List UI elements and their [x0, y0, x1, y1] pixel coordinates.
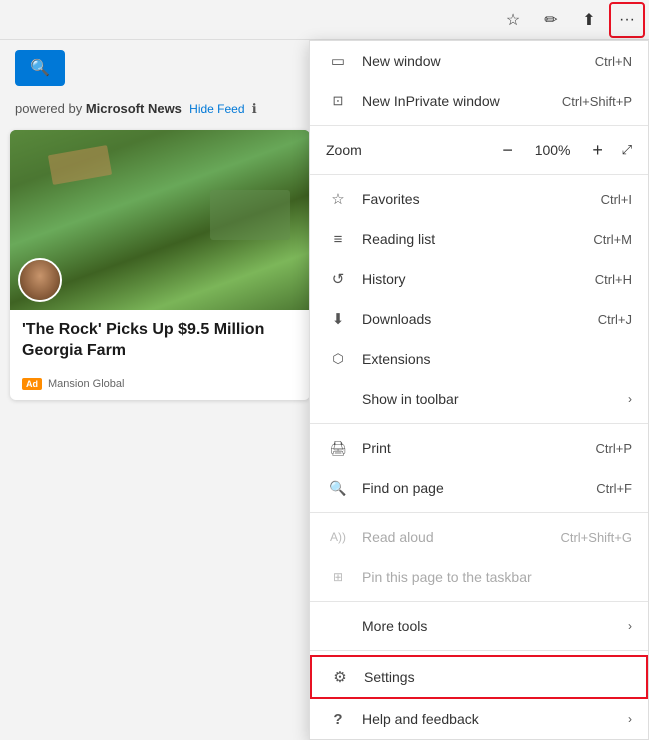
avatar-face [20, 260, 60, 300]
hide-feed-link[interactable]: Hide Feed [189, 102, 244, 116]
notes-toolbar-btn[interactable]: ✏ [533, 2, 569, 38]
zoom-label: Zoom [326, 142, 494, 158]
help-label: Help and feedback [362, 711, 628, 727]
print-icon: 🖨 [326, 436, 350, 460]
extensions-icon: ⬡ [326, 347, 350, 371]
history-shortcut: Ctrl+H [595, 272, 632, 287]
divider-5 [310, 601, 648, 602]
read-aloud-label: Read aloud [362, 529, 560, 545]
search-icon: 🔍 [30, 58, 50, 78]
toolbar-icons: ☆ ✏ ⬆ ··· [495, 2, 649, 38]
downloads-icon: ⬇ [326, 307, 350, 331]
new-window-label: New window [362, 53, 595, 69]
zoom-expand-icon[interactable]: ⤢ [622, 142, 632, 158]
new-window-icon: ▭ [326, 49, 350, 73]
inprivate-label: New InPrivate window [362, 93, 562, 109]
menu-item-history[interactable]: ↺ History Ctrl+H [310, 259, 648, 299]
show-toolbar-label: Show in toolbar [362, 391, 628, 407]
find-shortcut: Ctrl+F [596, 481, 632, 496]
history-label: History [362, 271, 595, 287]
menu-item-new-window[interactable]: ▭ New window Ctrl+N [310, 41, 648, 81]
divider-4 [310, 512, 648, 513]
menu-item-downloads[interactable]: ⬇ Downloads Ctrl+J [310, 299, 648, 339]
menu-item-new-inprivate[interactable]: ⊡ New InPrivate window Ctrl+Shift+P [310, 81, 648, 121]
menu-item-settings[interactable]: ⚙ Settings [310, 655, 648, 699]
ad-badge: Ad [22, 378, 42, 390]
menu-item-extensions[interactable]: ⬡ Extensions [310, 339, 648, 379]
read-aloud-icon: A)) [326, 525, 350, 549]
news-source-label: powered by Microsoft News Hide Feed ℹ [0, 96, 320, 122]
more-tools-label: More tools [362, 618, 628, 634]
menu-item-show-toolbar[interactable]: Show in toolbar › [310, 379, 648, 419]
share-toolbar-btn[interactable]: ⬆ [571, 2, 607, 38]
divider-1 [310, 125, 648, 126]
reading-list-icon: ≡ [326, 227, 350, 251]
read-aloud-shortcut: Ctrl+Shift+G [560, 530, 632, 545]
downloads-shortcut: Ctrl+J [598, 312, 632, 327]
favorites-toolbar-btn[interactable]: ☆ [495, 2, 531, 38]
downloads-label: Downloads [362, 311, 598, 327]
favorites-icon: ☆ [326, 187, 350, 211]
print-shortcut: Ctrl+P [596, 441, 632, 456]
menu-item-pin-taskbar[interactable]: ⊞ Pin this page to the taskbar [310, 557, 648, 597]
menu-item-find[interactable]: 🔍 Find on page Ctrl+F [310, 468, 648, 508]
divider-2 [310, 174, 648, 175]
avatar [18, 258, 62, 302]
menu-item-help[interactable]: ? Help and feedback › [310, 699, 648, 739]
divider-6 [310, 650, 648, 651]
zoom-value: 100% [532, 142, 574, 158]
print-label: Print [362, 440, 596, 456]
news-card-source: Mansion Global [48, 378, 124, 390]
pin-taskbar-label: Pin this page to the taskbar [362, 569, 632, 585]
reading-list-label: Reading list [362, 231, 593, 247]
inprivate-shortcut: Ctrl+Shift+P [562, 94, 632, 109]
reading-list-shortcut: Ctrl+M [593, 232, 632, 247]
divider-3 [310, 423, 648, 424]
menu-item-reading-list[interactable]: ≡ Reading list Ctrl+M [310, 219, 648, 259]
extensions-label: Extensions [362, 351, 632, 367]
history-icon: ↺ [326, 267, 350, 291]
show-toolbar-arrow: › [628, 392, 632, 406]
find-label: Find on page [362, 480, 596, 496]
help-arrow: › [628, 712, 632, 726]
info-icon: ℹ [252, 101, 257, 116]
zoom-row: Zoom − 100% + ⤢ [310, 130, 648, 170]
browser-toolbar: ☆ ✏ ⬆ ··· [0, 0, 649, 40]
zoom-controls: − 100% + ⤢ [494, 136, 632, 164]
more-tools-icon [326, 614, 350, 638]
zoom-plus-btn[interactable]: + [584, 136, 612, 164]
more-tools-arrow: › [628, 619, 632, 633]
favorites-label: Favorites [362, 191, 601, 207]
show-toolbar-icon [326, 387, 350, 411]
news-card-title: 'The Rock' Picks Up $9.5 Million Georgia… [22, 320, 298, 362]
dropdown-menu: ▭ New window Ctrl+N ⊡ New InPrivate wind… [309, 40, 649, 740]
search-bar: 🔍 [15, 50, 65, 86]
more-toolbar-btn[interactable]: ··· [609, 2, 645, 38]
new-window-shortcut: Ctrl+N [595, 54, 632, 69]
favorites-shortcut: Ctrl+I [601, 192, 632, 207]
menu-item-print[interactable]: 🖨 Print Ctrl+P [310, 428, 648, 468]
news-card: 'The Rock' Picks Up $9.5 Million Georgia… [10, 130, 310, 400]
news-card-body: 'The Rock' Picks Up $9.5 Million Georgia… [10, 310, 310, 372]
pin-taskbar-icon: ⊞ [326, 565, 350, 589]
news-card-image [10, 130, 310, 310]
settings-label: Settings [364, 669, 630, 685]
find-icon: 🔍 [326, 476, 350, 500]
news-card-footer: Ad Mansion Global [10, 372, 310, 400]
help-icon: ? [326, 707, 350, 731]
menu-item-read-aloud[interactable]: A)) Read aloud Ctrl+Shift+G [310, 517, 648, 557]
zoom-minus-btn[interactable]: − [494, 136, 522, 164]
settings-icon: ⚙ [328, 665, 352, 689]
menu-item-more-tools[interactable]: More tools › [310, 606, 648, 646]
inprivate-icon: ⊡ [326, 89, 350, 113]
page-content-bg: 🔍 powered by Microsoft News Hide Feed ℹ … [0, 40, 320, 590]
menu-item-favorites[interactable]: ☆ Favorites Ctrl+I [310, 179, 648, 219]
